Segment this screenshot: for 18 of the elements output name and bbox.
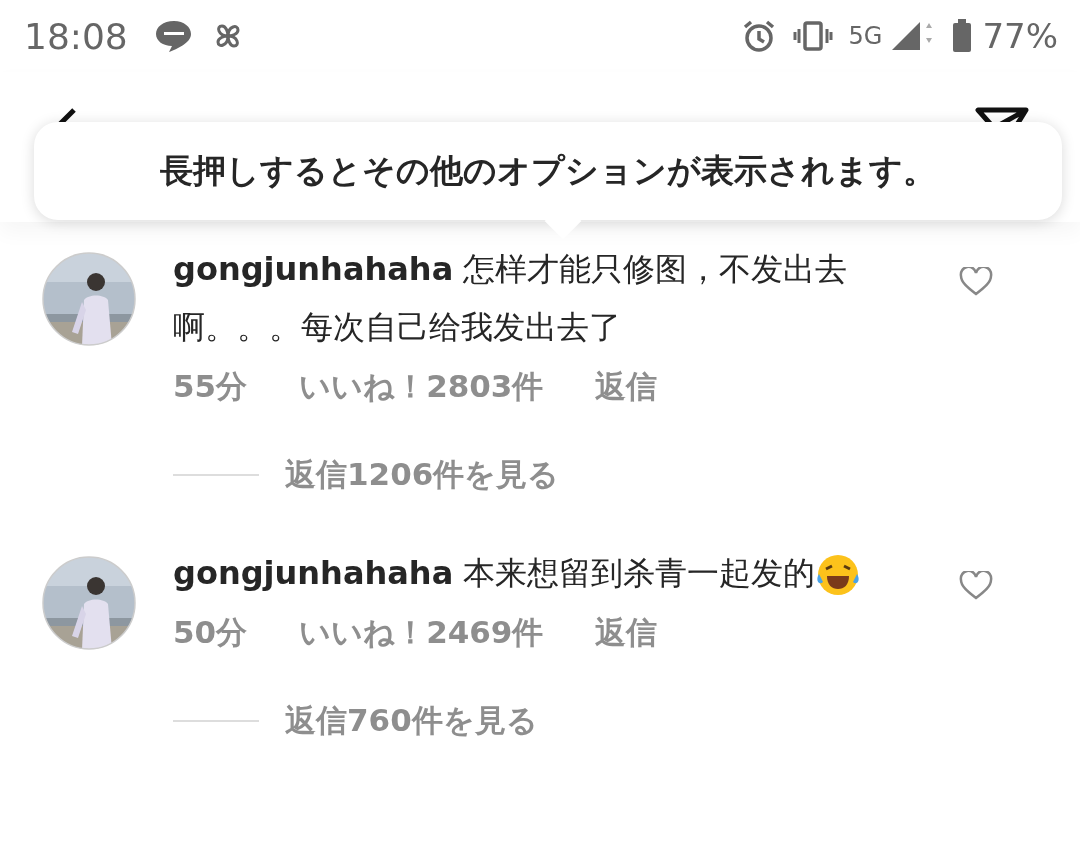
heart-icon[interactable] xyxy=(959,267,993,297)
heart-icon[interactable] xyxy=(959,571,993,601)
view-replies-link[interactable]: 返信760件を見る xyxy=(285,700,538,742)
chat-bubble-icon xyxy=(153,18,194,54)
comment-age: 55分 xyxy=(173,367,248,406)
tooltip-text: 長押しするとその他のオプションが表示されます。 xyxy=(160,149,936,192)
likes-count[interactable]: いいね！2469件 xyxy=(299,612,544,654)
comment-text: gongjunhahaha 怎样才能只修图，不发出去啊。。。每次自己给我发出去了 xyxy=(173,249,849,348)
battery-percent: 77% xyxy=(982,16,1058,56)
network-type: 5G xyxy=(848,22,883,50)
status-time: 18:08 xyxy=(24,15,128,57)
likes-count[interactable]: いいね！2803件 xyxy=(299,366,544,408)
vibrate-icon xyxy=(792,18,833,54)
reply-link[interactable]: 返信 xyxy=(595,612,658,654)
comment-text: gongjunhahaha 本来想留到杀青一起发的 xyxy=(173,544,933,602)
reply-link[interactable]: 返信 xyxy=(595,366,658,408)
comment-age: 50分 xyxy=(173,613,248,652)
view-replies-link[interactable]: 返信1206件を見る xyxy=(285,454,560,496)
